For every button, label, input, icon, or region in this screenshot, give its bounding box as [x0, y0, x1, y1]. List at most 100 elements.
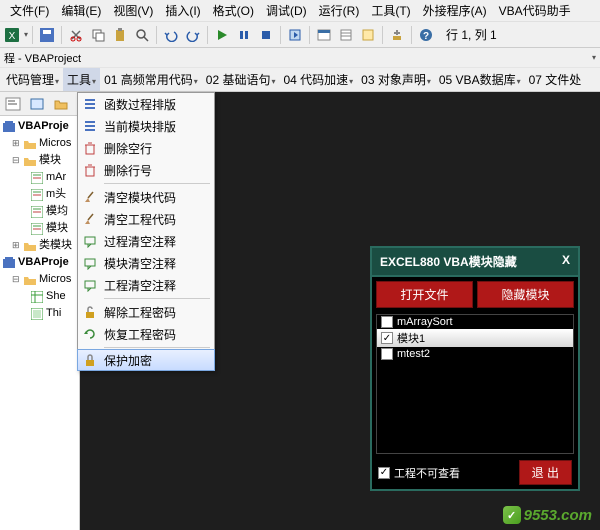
- run-icon[interactable]: [212, 25, 232, 45]
- copy-icon[interactable]: [88, 25, 108, 45]
- tree-microsoft2[interactable]: ⊟ Micros: [2, 271, 77, 288]
- hide-module-button[interactable]: 隐藏模块: [477, 281, 574, 308]
- dd-delete-blank[interactable]: 删除空行: [78, 137, 214, 159]
- checkbox[interactable]: [381, 348, 393, 360]
- menu-edit[interactable]: 编辑(E): [55, 0, 107, 21]
- tab-07-file[interactable]: 07 文件处: [525, 68, 586, 91]
- menu-tools[interactable]: 工具(T): [365, 0, 416, 21]
- collapse-icon[interactable]: ⊟: [12, 271, 21, 288]
- tab-01-common[interactable]: 01 高频常用代码▾: [100, 68, 202, 91]
- dd-clear-mod-comment[interactable]: 模块清空注释: [78, 252, 214, 274]
- tree-workbook[interactable]: Thi: [2, 305, 77, 322]
- folder-icon: [23, 154, 37, 168]
- menu-view[interactable]: 视图(V): [107, 0, 159, 21]
- menu-run[interactable]: 运行(R): [313, 0, 366, 21]
- svg-text:X: X: [9, 31, 16, 42]
- window-title: 程 - VBAProject ▾: [0, 48, 600, 68]
- tree-module-item[interactable]: 模块: [2, 220, 77, 237]
- dd-label: 过程清空注释: [104, 233, 208, 250]
- tree-microsoft1[interactable]: ⊞ Micros: [2, 135, 77, 152]
- tree-label: 类模块: [39, 237, 72, 254]
- expand-icon[interactable]: ⊞: [12, 135, 21, 152]
- dd-protect-encrypt[interactable]: 保护加密: [77, 349, 215, 371]
- list-item[interactable]: mArraySort: [377, 315, 573, 329]
- trash-icon: [82, 140, 98, 156]
- break-icon[interactable]: [234, 25, 254, 45]
- tree-class-modules[interactable]: ⊞ 类模块: [2, 237, 77, 254]
- checkbox[interactable]: ✓: [381, 332, 393, 344]
- view-code-icon[interactable]: [2, 94, 24, 114]
- separator: [156, 26, 157, 44]
- properties-icon[interactable]: [336, 25, 356, 45]
- broom-icon: [82, 189, 98, 205]
- dd-delete-lineno[interactable]: 删除行号: [78, 159, 214, 181]
- menu-vba-helper[interactable]: VBA代码助手: [493, 0, 577, 21]
- list-item[interactable]: ✓ 模块1: [377, 329, 573, 347]
- help-icon[interactable]: ?: [416, 25, 436, 45]
- paste-icon[interactable]: [110, 25, 130, 45]
- module-list[interactable]: mArraySort ✓ 模块1 mtest2: [376, 314, 574, 454]
- tab-05-db[interactable]: 05 VBA数据库▾: [435, 68, 525, 91]
- list-item[interactable]: mtest2: [377, 347, 573, 361]
- module-hide-panel: EXCEL880 VBA模块隐藏 X 打开文件 隐藏模块 mArraySort …: [370, 246, 580, 491]
- tab-04-accel[interactable]: 04 代码加速▾: [279, 68, 357, 91]
- view-object-icon[interactable]: [26, 94, 48, 114]
- panel-titlebar[interactable]: EXCEL880 VBA模块隐藏 X: [372, 248, 578, 277]
- dd-clear-project[interactable]: 清空工程代码: [78, 208, 214, 230]
- dd-format-module[interactable]: 当前模块排版: [78, 115, 214, 137]
- expand-icon[interactable]: ⊞: [12, 237, 21, 254]
- menu-file[interactable]: 文件(F): [4, 0, 55, 21]
- tree-label: Thi: [46, 305, 61, 322]
- project-not-viewable-check[interactable]: ✓ 工程不可查看: [378, 465, 460, 481]
- undo-icon[interactable]: [161, 25, 181, 45]
- tree-module-item[interactable]: m头: [2, 186, 77, 203]
- dd-unlock-password[interactable]: 解除工程密码: [78, 301, 214, 323]
- collapse-icon[interactable]: ⊟: [12, 152, 21, 169]
- dd-restore-password[interactable]: 恢复工程密码: [78, 323, 214, 345]
- dd-clear-module[interactable]: 清空模块代码: [78, 186, 214, 208]
- sheet-icon: [30, 290, 44, 304]
- exit-button[interactable]: 退 出: [519, 460, 572, 485]
- addin-tabs: 代码管理▾ 工具▾ 01 高频常用代码▾ 02 基础语句▾ 04 代码加速▾ 0…: [0, 68, 600, 92]
- cut-icon[interactable]: [66, 25, 86, 45]
- menu-debug[interactable]: 调试(D): [260, 0, 313, 21]
- tree-project1[interactable]: VBAProje: [2, 118, 77, 135]
- find-icon[interactable]: [132, 25, 152, 45]
- tree-module-item[interactable]: 模均: [2, 203, 77, 220]
- checkbox[interactable]: [381, 316, 393, 328]
- tab-03-object[interactable]: 03 对象声明▾: [357, 68, 435, 91]
- reset-icon[interactable]: [256, 25, 276, 45]
- tree-module-item[interactable]: mAr: [2, 169, 77, 186]
- menu-addins[interactable]: 外接程序(A): [417, 0, 493, 21]
- tree-modules[interactable]: ⊟ 模块: [2, 152, 77, 169]
- checkbox[interactable]: ✓: [378, 467, 390, 479]
- folder-icon: [23, 273, 37, 287]
- dd-clear-proc-comment[interactable]: 过程清空注释: [78, 230, 214, 252]
- dd-label: 模块清空注释: [104, 255, 208, 272]
- excel-icon[interactable]: X: [2, 25, 22, 45]
- dd-format-function[interactable]: 函数过程排版: [78, 93, 214, 115]
- menu-format[interactable]: 格式(O): [207, 0, 260, 21]
- project-explorer-icon[interactable]: [314, 25, 334, 45]
- tree-label: VBAProje: [18, 254, 69, 271]
- tools-dropdown: 函数过程排版 当前模块排版 删除空行 删除行号 清空模块代码 清空工程代码 过程…: [77, 92, 215, 371]
- menu-insert[interactable]: 插入(I): [159, 0, 206, 21]
- tree-sheet[interactable]: She: [2, 288, 77, 305]
- object-browser-icon[interactable]: [358, 25, 378, 45]
- close-button[interactable]: X: [562, 253, 570, 270]
- dd-clear-proj-comment[interactable]: 工程清空注释: [78, 274, 214, 296]
- design-mode-icon[interactable]: [285, 25, 305, 45]
- comment-icon: [82, 255, 98, 271]
- toggle-folders-icon[interactable]: [50, 94, 72, 114]
- save-icon[interactable]: [37, 25, 57, 45]
- tree-label: Micros: [39, 271, 71, 288]
- tab-code-manage[interactable]: 代码管理▾: [2, 68, 63, 91]
- open-file-button[interactable]: 打开文件: [376, 281, 473, 308]
- toolbox-icon[interactable]: [387, 25, 407, 45]
- menubar: 文件(F) 编辑(E) 视图(V) 插入(I) 格式(O) 调试(D) 运行(R…: [0, 0, 600, 22]
- redo-icon[interactable]: [183, 25, 203, 45]
- tree-project2[interactable]: VBAProje: [2, 254, 77, 271]
- tab-tools[interactable]: 工具▾: [63, 68, 100, 91]
- comment-icon: [82, 277, 98, 293]
- tab-02-basic[interactable]: 02 基础语句▾: [202, 68, 280, 91]
